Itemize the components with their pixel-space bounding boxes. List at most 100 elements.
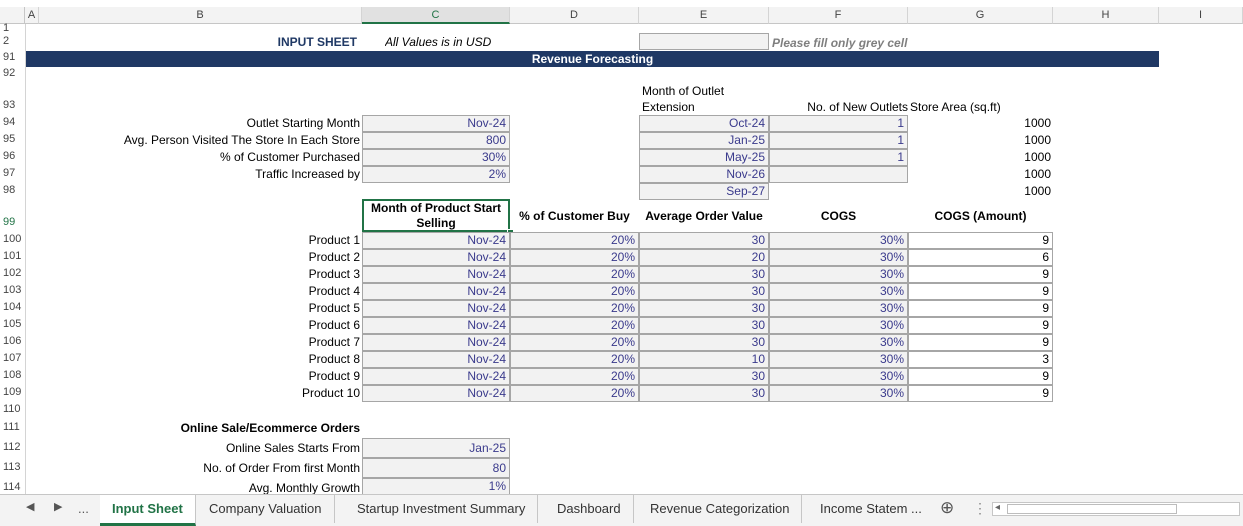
avg-order-value-input[interactable]: 30 <box>639 368 769 385</box>
row-header[interactable]: 107 <box>0 352 25 364</box>
scroll-left-arrow-icon[interactable]: ◂ <box>995 502 1000 513</box>
row-header[interactable]: 106 <box>0 335 25 347</box>
product-name[interactable]: Product 5 <box>40 301 362 315</box>
legend-grey-cell[interactable] <box>639 33 769 50</box>
avg-order-value-input[interactable]: 30 <box>639 317 769 334</box>
avg-order-value-input[interactable]: 30 <box>639 385 769 402</box>
product-name[interactable]: Product 10 <box>40 386 362 400</box>
customer-buy-input[interactable]: 20% <box>510 334 639 351</box>
cogs-percent-input[interactable]: 30% <box>769 385 908 402</box>
product-start-month-input[interactable]: Nov-24 <box>362 232 510 249</box>
store-area-header[interactable]: Store Area (sq.ft) <box>910 100 1030 114</box>
new-outlets-header[interactable]: No. of New Outlets <box>770 100 908 114</box>
row-header[interactable]: 110 <box>0 403 25 415</box>
outlet-starting-month-input[interactable]: Nov-24 <box>362 115 510 132</box>
more-tabs-ellipsis[interactable]: ... <box>78 501 89 516</box>
store-area-value[interactable]: 1000 <box>908 167 1051 181</box>
product-name[interactable]: Product 6 <box>40 318 362 332</box>
outlet-label[interactable]: % of Customer Purchased <box>40 150 362 164</box>
new-outlets-input[interactable]: 1 <box>769 115 908 132</box>
column-header-i[interactable]: I <box>1159 7 1243 24</box>
avg-order-value-input[interactable]: 30 <box>639 232 769 249</box>
cogs-percent-input[interactable]: 30% <box>769 232 908 249</box>
cogs-percent-input[interactable]: 30% <box>769 249 908 266</box>
cogs-percent-input[interactable]: 30% <box>769 300 908 317</box>
avg-order-value-input[interactable]: 30 <box>639 283 769 300</box>
extension-month-input[interactable]: May-25 <box>639 149 769 166</box>
online-start-input[interactable]: Jan-25 <box>362 438 510 458</box>
product-start-month-input[interactable]: Nov-24 <box>362 266 510 283</box>
row-header[interactable]: 111 <box>0 421 25 433</box>
product-start-month-input[interactable]: Nov-24 <box>362 334 510 351</box>
column-header-b[interactable]: B <box>39 7 362 24</box>
customer-buy-input[interactable]: 20% <box>510 317 639 334</box>
tab-dashboard[interactable]: Dashboard <box>545 495 634 523</box>
row-header[interactable]: 103 <box>0 284 25 296</box>
extension-month-input[interactable]: Sep-27 <box>639 183 769 200</box>
store-area-value[interactable]: 1000 <box>908 133 1051 147</box>
cogs-amount-value[interactable]: 9 <box>908 283 1053 300</box>
currency-note[interactable]: All Values is in USD <box>385 35 509 49</box>
customer-buy-input[interactable]: 20% <box>510 266 639 283</box>
row-header[interactable]: 92 <box>0 67 25 79</box>
cogs-amount-value[interactable]: 9 <box>908 385 1053 402</box>
avg-order-value-input[interactable]: 30 <box>639 300 769 317</box>
product-start-month-input[interactable]: Nov-24 <box>362 351 510 368</box>
online-label[interactable]: Avg. Monthly Growth <box>40 481 362 495</box>
avg-order-value-input[interactable]: 10 <box>639 351 769 368</box>
store-area-value[interactable]: 1000 <box>908 150 1051 164</box>
row-header[interactable]: 112 <box>0 441 25 453</box>
product-name[interactable]: Product 9 <box>40 369 362 383</box>
horizontal-scrollbar[interactable]: ◂ <box>992 502 1240 516</box>
product-name[interactable]: Product 7 <box>40 335 362 349</box>
tab-split-handle-icon[interactable]: ⋮ <box>973 500 987 517</box>
product-name[interactable]: Product 4 <box>40 284 362 298</box>
extension-month-input[interactable]: Oct-24 <box>639 115 769 132</box>
cogs-amount-value[interactable]: 9 <box>908 334 1053 351</box>
new-outlets-input[interactable]: 1 <box>769 132 908 149</box>
row-header[interactable]: 96 <box>0 150 25 162</box>
column-header-d[interactable]: D <box>510 7 639 24</box>
customer-buy-input[interactable]: 20% <box>510 300 639 317</box>
row-header[interactable]: 105 <box>0 318 25 330</box>
fill-note[interactable]: Please fill only grey cell <box>772 36 972 50</box>
tab-startup-investment-summary[interactable]: Startup Investment Summary <box>345 495 539 523</box>
input-sheet-title[interactable]: INPUT SHEET <box>200 35 360 49</box>
product-start-month-input[interactable]: Nov-24 <box>362 300 510 317</box>
column-header-f[interactable]: F <box>769 7 908 24</box>
extension-header[interactable]: Month of Outlet <box>642 84 767 98</box>
avg-order-value-input[interactable]: 20 <box>639 249 769 266</box>
row-header[interactable]: 102 <box>0 267 25 279</box>
traffic-increase-input[interactable]: 2% <box>362 166 510 183</box>
outlet-label[interactable]: Traffic Increased by <box>40 167 362 181</box>
customer-buy-input[interactable]: 20% <box>510 232 639 249</box>
customer-buy-header[interactable]: % of Customer Buy <box>510 209 639 223</box>
row-header[interactable]: 114 <box>0 481 25 493</box>
monthly-growth-input[interactable]: 1% <box>362 478 510 495</box>
tab-company-valuation[interactable]: Company Valuation <box>197 495 335 523</box>
tab-input-sheet[interactable]: Input Sheet <box>100 495 196 526</box>
customer-buy-input[interactable]: 20% <box>510 351 639 368</box>
store-area-value[interactable]: 1000 <box>908 184 1051 198</box>
product-name[interactable]: Product 8 <box>40 352 362 366</box>
product-start-month-input[interactable]: Nov-24 <box>362 249 510 266</box>
row-header[interactable]: 113 <box>0 461 25 473</box>
row-header[interactable]: 108 <box>0 369 25 381</box>
row-header[interactable]: 98 <box>0 184 25 196</box>
row-header[interactable]: 109 <box>0 386 25 398</box>
online-label[interactable]: Online Sales Starts From <box>40 441 362 455</box>
new-outlets-input[interactable]: 1 <box>769 149 908 166</box>
column-header-g[interactable]: G <box>908 7 1053 24</box>
add-sheet-icon[interactable]: ⊕ <box>940 498 954 518</box>
extension-month-input[interactable]: Jan-25 <box>639 132 769 149</box>
product-start-month-input[interactable]: Nov-24 <box>362 283 510 300</box>
product-name[interactable]: Product 3 <box>40 267 362 281</box>
scrollbar-thumb[interactable] <box>1007 504 1177 514</box>
cogs-header[interactable]: COGS <box>769 209 908 223</box>
row-header[interactable]: 2 <box>0 35 25 47</box>
cogs-amount-value[interactable]: 9 <box>908 368 1053 385</box>
tab-revenue-categorization[interactable]: Revenue Categorization <box>638 495 803 523</box>
cogs-percent-input[interactable]: 30% <box>769 283 908 300</box>
product-start-header-selected-cell[interactable]: Month of Product Start Selling <box>362 199 510 232</box>
row-header[interactable]: 1 <box>0 22 25 34</box>
